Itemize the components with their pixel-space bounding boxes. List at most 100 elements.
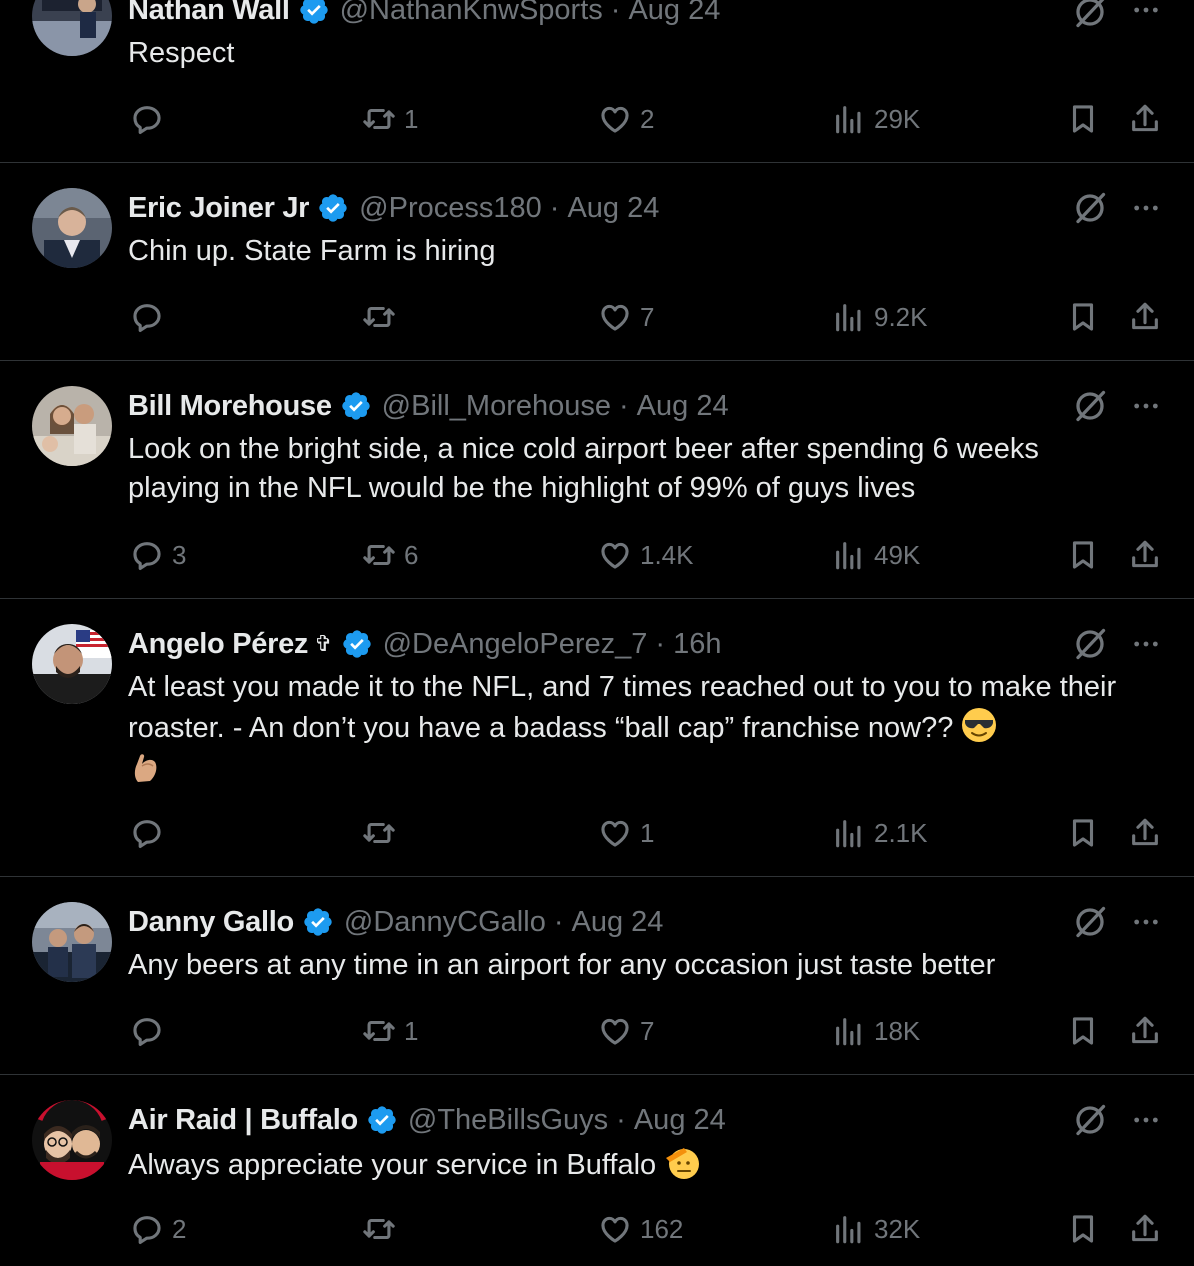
tweet-item[interactable]: Air Raid | Buffalo @TheBillsGuys · Aug 2…	[0, 1075, 1194, 1266]
views-count: 29K	[874, 103, 921, 134]
tweet-item[interactable]: Angelo Pérez ✞ @DeAngeloPerez_7 · 16h At…	[0, 599, 1194, 877]
author-name[interactable]: Angelo Pérez	[128, 628, 308, 661]
grok-icon[interactable]	[1072, 1102, 1108, 1138]
views-button[interactable]: 9.2K	[832, 297, 928, 337]
views-button[interactable]: 49K	[832, 535, 920, 575]
author-name[interactable]: Danny Gallo	[128, 906, 294, 939]
grok-icon[interactable]	[1072, 904, 1108, 940]
timestamp[interactable]: Aug 24	[572, 906, 664, 939]
author-name-suffix: ✞	[314, 631, 333, 656]
like-button[interactable]: 1.4K	[598, 535, 694, 575]
like-button[interactable]: 7	[598, 297, 654, 337]
avatar[interactable]	[32, 188, 112, 268]
reply-button[interactable]	[130, 99, 172, 139]
timestamp[interactable]: Aug 24	[637, 390, 729, 423]
repost-button[interactable]: 1	[362, 1011, 418, 1051]
share-icon	[1132, 818, 1158, 846]
like-button[interactable]: 1	[598, 813, 654, 853]
author-name[interactable]: Eric Joiner Jr	[128, 192, 309, 225]
grok-icon[interactable]	[1072, 626, 1108, 662]
tweet-text: Always appreciate your service in Buffal…	[128, 1144, 1138, 1185]
share-button[interactable]	[1128, 535, 1162, 575]
avatar[interactable]	[32, 624, 112, 704]
author-name[interactable]: Bill Morehouse	[128, 390, 332, 423]
share-button[interactable]	[1128, 297, 1162, 337]
share-button[interactable]	[1128, 99, 1162, 139]
like-button[interactable]: 162	[598, 1209, 683, 1249]
reply-button[interactable]: 3	[130, 535, 186, 575]
repost-button[interactable]	[362, 813, 404, 853]
share-button[interactable]	[1128, 1011, 1162, 1051]
share-button[interactable]	[1128, 813, 1162, 853]
reply-button[interactable]	[130, 297, 172, 337]
more-icon[interactable]	[1130, 0, 1162, 26]
views-button[interactable]: 2.1K	[832, 813, 928, 853]
like-icon	[601, 820, 629, 847]
grok-icon[interactable]	[1072, 388, 1108, 424]
separator-dot: ·	[616, 1103, 626, 1136]
author-handle[interactable]: @Process180	[359, 192, 542, 225]
views-button[interactable]: 29K	[832, 99, 920, 139]
tweet-header: Bill Morehouse @Bill_Morehouse · Aug 24	[128, 386, 729, 426]
avatar[interactable]	[32, 1100, 112, 1180]
repost-button[interactable]: 6	[362, 535, 418, 575]
repost-button[interactable]	[362, 297, 404, 337]
author-handle[interactable]: @DeAngeloPerez_7	[383, 628, 648, 661]
reply-button[interactable]	[130, 1011, 172, 1051]
bookmark-button[interactable]	[1066, 99, 1100, 139]
repost-icon	[363, 1218, 395, 1240]
author-name[interactable]: Nathan Wall	[128, 0, 290, 27]
bookmark-button[interactable]	[1066, 535, 1100, 575]
views-button[interactable]: 18K	[832, 1011, 920, 1051]
timestamp[interactable]: Aug 24	[634, 1104, 726, 1137]
more-icon[interactable]	[1130, 628, 1162, 660]
share-button[interactable]	[1128, 1209, 1162, 1249]
repost-button[interactable]	[362, 1209, 404, 1249]
tweet-item[interactable]: Danny Gallo @DannyCGallo · Aug 24 Any be…	[0, 877, 1194, 1075]
separator-dot: ·	[619, 389, 629, 422]
grok-icon[interactable]	[1072, 190, 1108, 226]
author-handle[interactable]: @NathanKnwSports	[340, 0, 603, 27]
timestamp[interactable]: Aug 24	[628, 0, 720, 27]
more-icon[interactable]	[1130, 192, 1162, 224]
reply-button[interactable]	[130, 813, 172, 853]
avatar-photo-icon	[32, 0, 112, 56]
grok-icon[interactable]	[1072, 0, 1108, 30]
like-button[interactable]: 2	[598, 99, 654, 139]
author-handle[interactable]: @DannyCGallo	[344, 906, 546, 939]
more-icon[interactable]	[1130, 390, 1162, 422]
repost-count: 1	[404, 1015, 419, 1046]
reply-button[interactable]: 2	[130, 1209, 186, 1249]
tweet-item[interactable]: Nathan Wall @NathanKnwSports · Aug 24 Re…	[0, 0, 1194, 163]
tweet-item[interactable]: Bill Morehouse @Bill_Morehouse · Aug 24 …	[0, 361, 1194, 599]
author-handle[interactable]: @TheBillsGuys	[408, 1104, 608, 1137]
views-count: 2.1K	[874, 817, 928, 848]
bookmark-button[interactable]	[1066, 1011, 1100, 1051]
avatar[interactable]	[32, 386, 112, 466]
views-icon	[836, 304, 861, 332]
views-button[interactable]: 32K	[832, 1209, 920, 1249]
avatar[interactable]	[32, 0, 112, 56]
share-icon	[1132, 1214, 1158, 1242]
like-button[interactable]: 7	[598, 1011, 654, 1051]
timestamp[interactable]: Aug 24	[567, 192, 659, 225]
bookmark-button[interactable]	[1066, 813, 1100, 853]
repost-button[interactable]: 1	[362, 99, 418, 139]
more-icon[interactable]	[1130, 1104, 1162, 1136]
bookmark-button[interactable]	[1066, 297, 1100, 337]
verified-badge-icon	[368, 1106, 396, 1134]
author-name[interactable]: Air Raid | Buffalo	[128, 1104, 358, 1137]
like-count: 1	[640, 817, 655, 848]
action-bar: 1 2 29K	[0, 99, 1194, 139]
author-handle[interactable]: @Bill_Morehouse	[382, 390, 611, 423]
views-icon	[836, 1018, 861, 1046]
like-icon	[601, 1018, 629, 1045]
tweet-item[interactable]: Eric Joiner Jr @Process180 · Aug 24 Chin…	[0, 163, 1194, 361]
more-icon[interactable]	[1130, 906, 1162, 938]
bookmark-button[interactable]	[1066, 1209, 1100, 1249]
reply-feed: Nathan Wall @NathanKnwSports · Aug 24 Re…	[0, 0, 1194, 1266]
avatar[interactable]	[32, 902, 112, 982]
timestamp[interactable]: 16h	[673, 628, 721, 661]
repost-icon	[363, 544, 395, 566]
reply-icon	[133, 1216, 161, 1245]
